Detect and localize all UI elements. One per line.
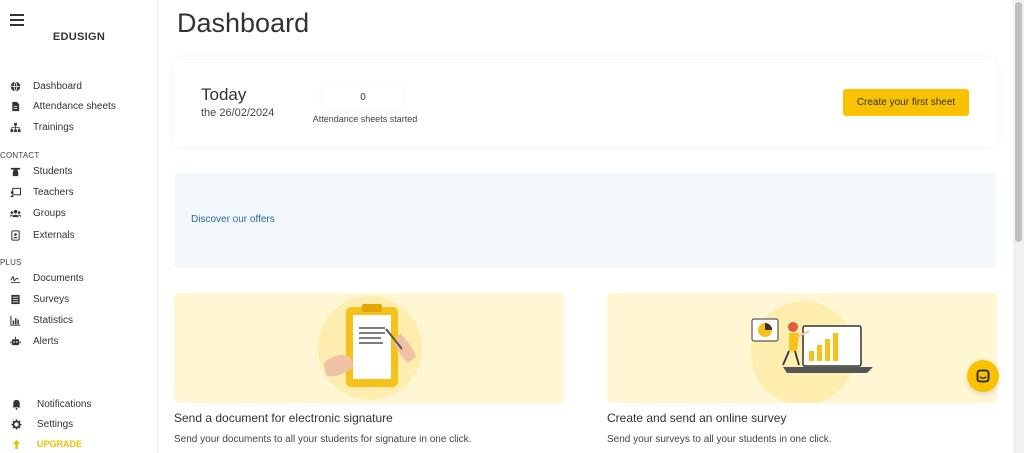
arrow-up-icon [10, 438, 22, 450]
globe-icon [9, 80, 21, 92]
sidebar-item-groups[interactable]: Groups [0, 203, 158, 223]
sidebar-item-label: Notifications [37, 398, 92, 410]
signature-icon [9, 272, 21, 284]
document-icon [9, 100, 21, 112]
sidebar-item-label: Teachers [33, 186, 74, 198]
sidebar-item-label: Externals [33, 229, 75, 241]
bar-chart-icon [9, 314, 21, 326]
sidebar-item-label: Students [33, 165, 73, 177]
today-date: the 26/02/2024 [201, 107, 275, 119]
scrollbar-thumb[interactable] [1015, 2, 1022, 242]
discover-offers-link[interactable]: Discover our offers [191, 214, 275, 225]
list-icon [9, 293, 21, 305]
feature-card-signature[interactable] [174, 293, 564, 403]
sidebar-item-label: Alerts [33, 335, 59, 347]
menu-icon[interactable] [10, 14, 24, 28]
attendance-count-label: Attendance sheets started [312, 114, 418, 124]
id-card-icon [9, 229, 21, 241]
robot-icon [9, 335, 21, 347]
sidebar: EDUSIGN Dashboard Attendance sheets Trai… [0, 0, 158, 453]
feature-title-survey[interactable]: Create and send an online survey [607, 411, 786, 425]
teacher-board-icon [9, 186, 21, 198]
sidebar-item-label: Groups [33, 207, 66, 219]
feature-card-survey[interactable] [607, 293, 997, 403]
sidebar-item-surveys[interactable]: Surveys [0, 289, 158, 309]
attendance-count: 0 [322, 86, 404, 110]
section-label-contact: CONTACT [0, 151, 40, 160]
sidebar-item-label: Trainings [33, 121, 74, 133]
section-label-plus: PLUS [0, 258, 22, 267]
sidebar-item-settings[interactable]: Settings [0, 415, 158, 433]
sidebar-item-label: Attendance sheets [33, 100, 116, 112]
sidebar-item-statistics[interactable]: Statistics [0, 310, 158, 330]
today-title: Today [201, 85, 247, 104]
sidebar-item-trainings[interactable]: Trainings [0, 117, 158, 137]
today-card: Today the 26/02/2024 0 Attendance sheets… [174, 60, 996, 146]
sidebar-item-documents[interactable]: Documents [0, 268, 158, 288]
bell-icon [10, 398, 22, 410]
chat-icon [976, 369, 990, 383]
sidebar-item-alerts[interactable]: Alerts [0, 331, 158, 351]
sidebar-item-externals[interactable]: Externals [0, 225, 158, 245]
sidebar-item-upgrade[interactable]: UPGRADE [0, 435, 158, 453]
chat-launcher-button[interactable] [967, 360, 999, 392]
hierarchy-icon [9, 121, 21, 133]
sidebar-item-teachers[interactable]: Teachers [0, 182, 158, 202]
sidebar-item-label: Surveys [33, 293, 70, 305]
sidebar-item-label: Statistics [33, 314, 74, 326]
feature-desc-signature: Send your documents to all your students… [174, 434, 472, 445]
gear-icon [10, 418, 22, 430]
page-scrollbar[interactable] [1013, 0, 1024, 453]
feature-desc-survey: Send your surveys to all your students i… [607, 434, 832, 445]
page-title: Dashboard [177, 8, 310, 38]
users-icon [9, 207, 21, 219]
sidebar-item-label: Settings [37, 418, 74, 430]
sidebar-item-dashboard[interactable]: Dashboard [0, 76, 158, 96]
feature-title-signature[interactable]: Send a document for electronic signature [174, 411, 393, 425]
brand-logo: EDUSIGN [52, 31, 106, 43]
sidebar-item-students[interactable]: Students [0, 161, 158, 181]
sidebar-item-attendance-sheets[interactable]: Attendance sheets [0, 96, 158, 116]
create-first-sheet-button[interactable]: Create your first sheet [843, 89, 969, 116]
sidebar-item-label: Dashboard [33, 80, 82, 92]
graduation-cap-icon [9, 165, 21, 177]
offers-banner: Discover our offers [174, 173, 996, 268]
sidebar-item-label: UPGRADE [37, 439, 83, 449]
survey-illustration [751, 301, 873, 403]
signature-illustration [318, 296, 422, 400]
sidebar-item-label: Documents [33, 272, 84, 284]
sidebar-item-notifications[interactable]: Notifications [0, 395, 158, 413]
